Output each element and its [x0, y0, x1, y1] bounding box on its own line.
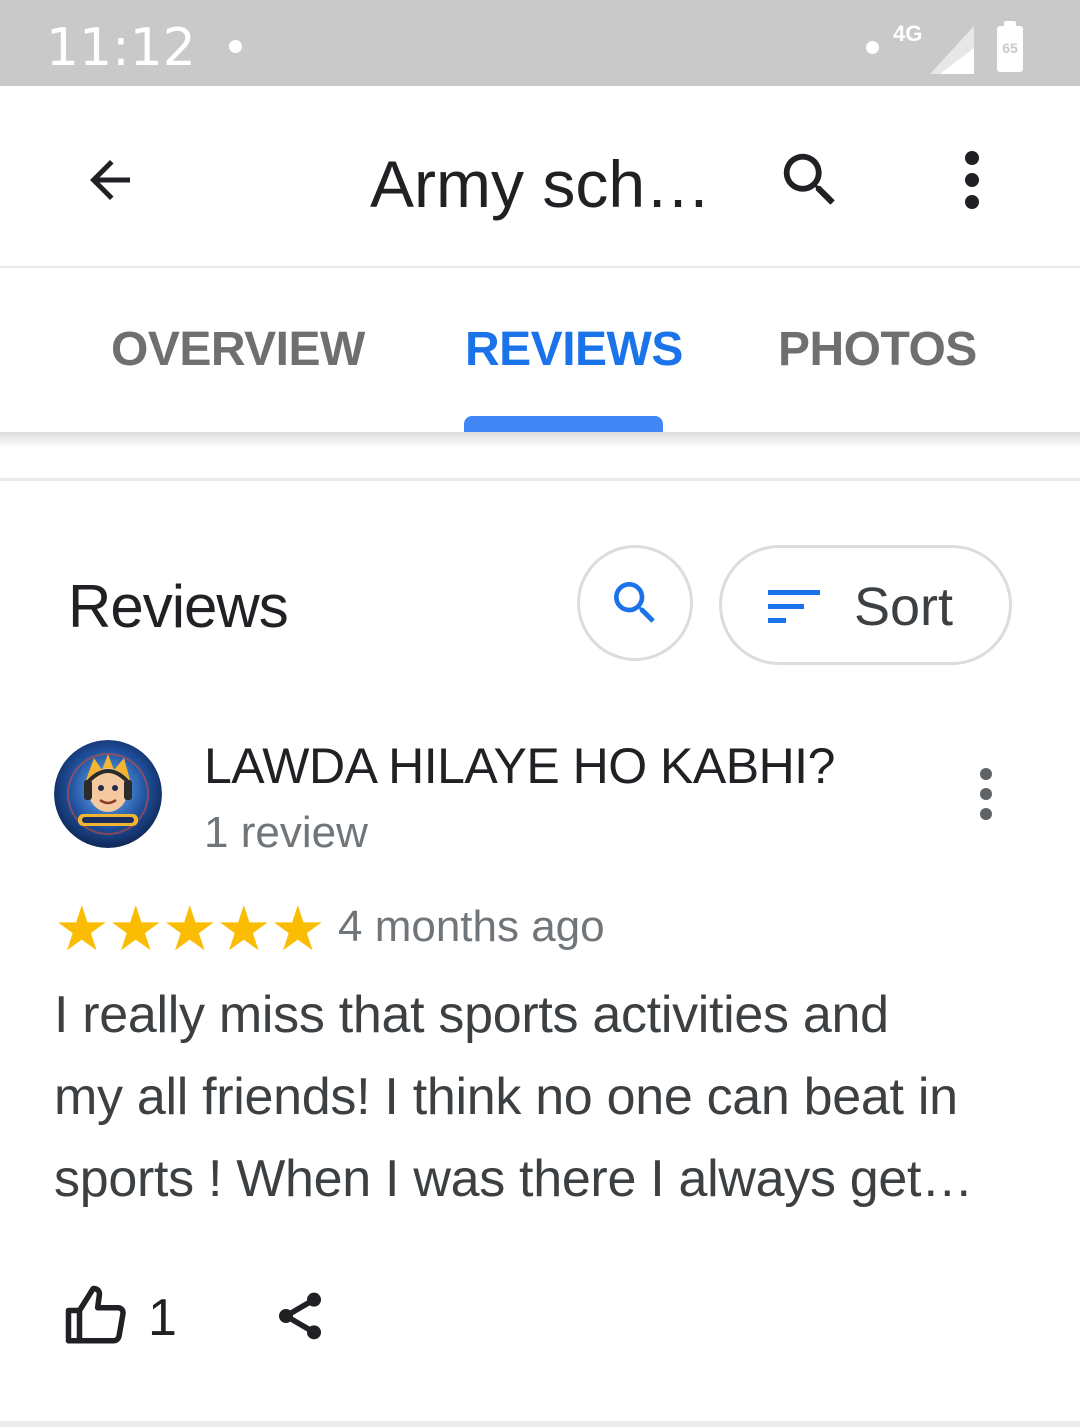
star-icon: ★: [162, 892, 218, 965]
battery-icon: 65: [997, 21, 1023, 72]
top-app-bar: Army sch…: [0, 86, 1080, 268]
review-text-line: sports ! When I was there I always get…: [54, 1150, 973, 1208]
battery-level: 65: [1002, 40, 1018, 56]
thumb-up-icon: [65, 1285, 126, 1344]
status-dot-icon: [866, 41, 879, 54]
star-rating: ★ ★ ★ ★ ★: [54, 892, 326, 965]
search-icon: [614, 582, 655, 623]
back-arrow-icon: [90, 160, 130, 200]
tab-photos[interactable]: PHOTOS: [778, 322, 977, 378]
avatar[interactable]: [54, 740, 162, 848]
notification-dot-icon: [229, 40, 242, 53]
bottom-divider: [0, 1421, 1080, 1427]
more-vert-icon: [965, 151, 979, 209]
back-button[interactable]: [68, 138, 152, 222]
page-title: Army sch…: [370, 147, 712, 221]
reviewer-avatar-icon: [54, 740, 162, 848]
review-text-line: I really miss that sports activities and: [54, 986, 889, 1044]
star-icon: ★: [270, 892, 326, 965]
search-button[interactable]: [768, 138, 852, 222]
more-options-button[interactable]: [930, 138, 1014, 222]
reviewer-review-count: 1 review: [204, 808, 368, 857]
reviews-heading: Reviews: [68, 573, 289, 640]
review-time: 4 months ago: [338, 902, 605, 951]
sort-label: Sort: [854, 577, 954, 637]
review-text[interactable]: I really miss that sports activities and…: [54, 974, 1044, 1220]
like-count: 1: [148, 1289, 177, 1347]
tab-overview[interactable]: OVERVIEW: [111, 322, 365, 378]
tab-bar: OVERVIEW REVIEWS PHOTOS: [0, 268, 1080, 432]
network-type: 4G: [893, 21, 923, 46]
share-icon: [279, 1292, 321, 1340]
review-more-options-button[interactable]: [958, 762, 1014, 826]
tab-bar-shadow: [0, 432, 1080, 448]
reviewer-name[interactable]: LAWDA HILAYE HO KABHI?: [204, 736, 835, 796]
active-tab-indicator: [464, 416, 663, 432]
tab-reviews[interactable]: REVIEWS: [465, 322, 683, 378]
star-icon: ★: [216, 892, 272, 965]
review-text-line: my all friends! I think no one can beat …: [54, 1068, 958, 1126]
status-bar: 11:12 4G 65: [0, 0, 1080, 86]
search-icon: [783, 153, 835, 205]
sort-icon: [768, 590, 820, 623]
star-icon: ★: [108, 892, 164, 965]
sort-button[interactable]: Sort: [719, 545, 1012, 665]
share-button[interactable]: [262, 1278, 338, 1354]
signal-icon: [930, 26, 974, 74]
status-time: 11:12: [46, 18, 196, 78]
like-button[interactable]: [58, 1278, 134, 1354]
more-vert-icon: [980, 768, 992, 820]
star-icon: ★: [54, 892, 110, 965]
search-reviews-button[interactable]: [577, 545, 693, 661]
section-divider: [0, 478, 1080, 481]
